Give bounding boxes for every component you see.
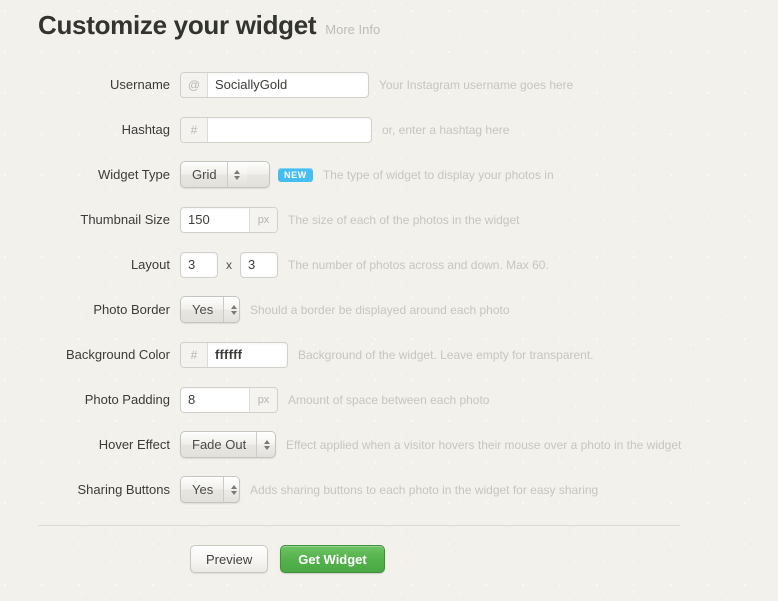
background-color-input[interactable] xyxy=(208,342,287,367)
get-widget-button[interactable]: Get Widget xyxy=(280,545,385,573)
label-username: Username xyxy=(110,77,170,92)
label-photo-padding: Photo Padding xyxy=(84,392,170,407)
unit-px-label: px xyxy=(249,207,277,232)
layout-across-input-group[interactable] xyxy=(180,251,218,278)
thumbnail-size-input[interactable] xyxy=(181,207,249,232)
hashtag-input-group[interactable]: # xyxy=(180,116,372,143)
form-row-thumbnail-size: Thumbnail Size px The size of each of th… xyxy=(0,197,778,242)
control-layout: x The number of photos across and down. … xyxy=(180,251,549,278)
help-photo-padding: Amount of space between each photo xyxy=(288,392,490,407)
control-photo-padding: px Amount of space between each photo xyxy=(180,386,490,413)
hash-sign-icon: # xyxy=(181,117,208,142)
username-input[interactable] xyxy=(208,72,368,97)
hashtag-input[interactable] xyxy=(208,117,371,142)
help-widget-type: The type of widget to display your photo… xyxy=(322,167,554,182)
layout-across-input[interactable] xyxy=(181,252,217,277)
background-color-input-group[interactable]: # xyxy=(180,341,288,368)
control-background-color: # Background of the widget. Leave empty … xyxy=(180,341,594,368)
widget-type-select[interactable]: Grid xyxy=(180,161,270,188)
form-row-username: Username @ Your Instagram username goes … xyxy=(0,62,778,107)
label-hashtag: Hashtag xyxy=(121,122,170,137)
page-header: Customize your widget More Info xyxy=(38,10,380,41)
stepper-arrows-icon xyxy=(223,297,239,322)
label-sharing-buttons: Sharing Buttons xyxy=(77,482,170,497)
hover-effect-value: Fade Out xyxy=(192,437,247,452)
form-row-photo-border: Photo Border Yes Should a border be disp… xyxy=(0,287,778,332)
widget-settings-form: Username @ Your Instagram username goes … xyxy=(0,62,778,512)
help-username: Your Instagram username goes here xyxy=(379,77,574,92)
form-row-photo-padding: Photo Padding px Amount of space between… xyxy=(0,377,778,422)
form-row-layout: Layout x The number of photos across and… xyxy=(0,242,778,287)
form-row-widget-type: Widget Type Grid NEW The type of widget … xyxy=(0,152,778,197)
control-hashtag: # or, enter a hashtag here xyxy=(180,116,510,143)
help-thumbnail-size: The size of each of the photos in the wi… xyxy=(288,212,520,227)
preview-button[interactable]: Preview xyxy=(190,545,269,573)
thumbnail-size-input-group[interactable]: px xyxy=(180,206,278,233)
stepper-arrows-icon xyxy=(226,162,247,187)
control-thumbnail-size: px The size of each of the photos in the… xyxy=(180,206,520,233)
help-layout: The number of photos across and down. Ma… xyxy=(288,257,549,272)
layout-down-input-group[interactable] xyxy=(240,251,278,278)
help-hover-effect: Effect applied when a visitor hovers the… xyxy=(286,437,682,452)
control-sharing-buttons: Yes Adds sharing buttons to each photo i… xyxy=(180,476,598,503)
username-input-group[interactable]: @ xyxy=(180,71,369,98)
new-badge: NEW xyxy=(278,167,313,182)
sharing-buttons-value: Yes xyxy=(192,482,214,497)
control-hover-effect: Fade Out Effect applied when a visitor h… xyxy=(180,431,681,458)
help-hashtag: or, enter a hashtag here xyxy=(382,122,510,137)
photo-padding-input-group[interactable]: px xyxy=(180,386,278,413)
form-row-hashtag: Hashtag # or, enter a hashtag here xyxy=(0,107,778,152)
label-layout: Layout xyxy=(130,257,170,272)
page-title: Customize your widget xyxy=(38,10,317,40)
control-username: @ Your Instagram username goes here xyxy=(180,71,574,98)
photo-padding-input[interactable] xyxy=(181,387,249,412)
help-photo-border: Should a border be displayed around each… xyxy=(250,302,510,317)
photo-border-select[interactable]: Yes xyxy=(180,296,240,323)
at-sign-icon: @ xyxy=(181,72,208,97)
form-row-sharing-buttons: Sharing Buttons Yes Adds sharing buttons… xyxy=(0,467,778,512)
help-background-color: Background of the widget. Leave empty fo… xyxy=(298,347,594,362)
customize-widget-page: Customize your widget More Info Username… xyxy=(0,0,778,601)
form-row-background-color: Background Color # Background of the wid… xyxy=(0,332,778,377)
form-row-hover-effect: Hover Effect Fade Out Effect applied whe… xyxy=(0,422,778,467)
form-divider xyxy=(38,525,680,526)
label-widget-type: Widget Type xyxy=(97,167,170,182)
hash-sign-icon: # xyxy=(181,342,208,367)
form-actions: Preview Get Widget xyxy=(190,545,385,573)
control-widget-type: Grid NEW The type of widget to display y… xyxy=(180,161,554,188)
control-photo-border: Yes Should a border be displayed around … xyxy=(180,296,510,323)
photo-border-value: Yes xyxy=(192,302,214,317)
stepper-arrows-icon xyxy=(223,477,239,502)
layout-separator: x xyxy=(226,257,232,272)
label-photo-border: Photo Border xyxy=(93,302,170,317)
widget-type-value: Grid xyxy=(192,167,217,182)
more-info-link[interactable]: More Info xyxy=(325,22,380,37)
layout-down-input[interactable] xyxy=(241,252,277,277)
label-thumbnail-size: Thumbnail Size xyxy=(80,212,170,227)
stepper-arrows-icon xyxy=(256,432,275,457)
hover-effect-select[interactable]: Fade Out xyxy=(180,431,276,458)
help-sharing-buttons: Adds sharing buttons to each photo in th… xyxy=(250,482,599,497)
label-background-color: Background Color xyxy=(65,347,170,362)
unit-px-label: px xyxy=(249,387,277,412)
sharing-buttons-select[interactable]: Yes xyxy=(180,476,240,503)
label-hover-effect: Hover Effect xyxy=(98,437,170,452)
